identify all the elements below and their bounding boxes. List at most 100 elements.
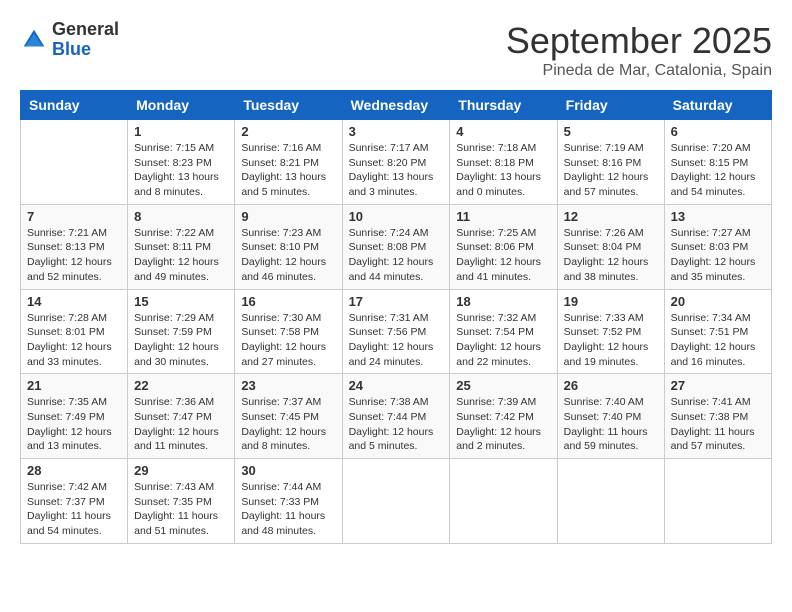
location-title: Pineda de Mar, Catalonia, Spain <box>506 62 772 80</box>
weekday-header-saturday: Saturday <box>664 91 771 120</box>
day-info: Sunrise: 7:22 AM Sunset: 8:11 PM Dayligh… <box>134 226 228 285</box>
day-info: Sunrise: 7:35 AM Sunset: 7:49 PM Dayligh… <box>27 395 121 454</box>
day-info: Sunrise: 7:33 AM Sunset: 7:52 PM Dayligh… <box>564 311 658 370</box>
calendar-cell <box>342 459 450 544</box>
weekday-header-monday: Monday <box>128 91 235 120</box>
calendar-cell <box>557 459 664 544</box>
calendar-cell: 1 Sunrise: 7:15 AM Sunset: 8:23 PM Daylig… <box>128 120 235 205</box>
day-info: Sunrise: 7:24 AM Sunset: 8:08 PM Dayligh… <box>349 226 444 285</box>
logo: General Blue <box>20 20 119 60</box>
day-number: 22 <box>134 378 228 393</box>
day-info: Sunrise: 7:42 AM Sunset: 7:37 PM Dayligh… <box>27 480 121 539</box>
calendar-week-row: 28Sunrise: 7:42 AM Sunset: 7:37 PM Dayli… <box>21 459 772 544</box>
day-number: 20 <box>671 294 765 309</box>
calendar-week-row: 21 Sunrise: 7:35 AM Sunset: 7:49 PM Dayli… <box>21 374 772 459</box>
calendar-week-row: 1 Sunrise: 7:15 AM Sunset: 8:23 PM Daylig… <box>21 120 772 205</box>
calendar-cell: 30Sunrise: 7:44 AM Sunset: 7:33 PM Dayli… <box>235 459 342 544</box>
calendar-cell: 14 Sunrise: 7:28 AM Sunset: 8:01 PM Dayli… <box>21 289 128 374</box>
day-number: 4 <box>456 124 550 139</box>
calendar-cell: 10Sunrise: 7:24 AM Sunset: 8:08 PM Dayli… <box>342 204 450 289</box>
day-info: Sunrise: 7:40 AM Sunset: 7:40 PM Dayligh… <box>564 395 658 454</box>
calendar-cell: 22 Sunrise: 7:36 AM Sunset: 7:47 PM Dayli… <box>128 374 235 459</box>
day-info: Sunrise: 7:28 AM Sunset: 8:01 PM Dayligh… <box>27 311 121 370</box>
calendar-cell: 26Sunrise: 7:40 AM Sunset: 7:40 PM Dayli… <box>557 374 664 459</box>
day-info: Sunrise: 7:21 AM Sunset: 8:13 PM Dayligh… <box>27 226 121 285</box>
day-number: 12 <box>564 209 658 224</box>
day-number: 1 <box>134 124 228 139</box>
calendar-week-row: 14 Sunrise: 7:28 AM Sunset: 8:01 PM Dayli… <box>21 289 772 374</box>
day-number: 15 <box>134 294 228 309</box>
day-number: 25 <box>456 378 550 393</box>
day-info: Sunrise: 7:41 AM Sunset: 7:38 PM Dayligh… <box>671 395 765 454</box>
day-number: 5 <box>564 124 658 139</box>
calendar-cell: 17 Sunrise: 7:31 AM Sunset: 7:56 PM Dayli… <box>342 289 450 374</box>
calendar-cell: 16Sunrise: 7:30 AM Sunset: 7:58 PM Dayli… <box>235 289 342 374</box>
day-info: Sunrise: 7:30 AM Sunset: 7:58 PM Dayligh… <box>241 311 335 370</box>
day-number: 29 <box>134 463 228 478</box>
calendar-cell: 24 Sunrise: 7:38 AM Sunset: 7:44 PM Dayli… <box>342 374 450 459</box>
day-number: 8 <box>134 209 228 224</box>
calendar-cell: 2Sunrise: 7:16 AM Sunset: 8:21 PM Daylig… <box>235 120 342 205</box>
calendar-cell: 29 Sunrise: 7:43 AM Sunset: 7:35 PM Dayli… <box>128 459 235 544</box>
day-info: Sunrise: 7:15 AM Sunset: 8:23 PM Dayligh… <box>134 141 228 200</box>
weekday-header-tuesday: Tuesday <box>235 91 342 120</box>
calendar-cell <box>450 459 557 544</box>
calendar-cell: 21 Sunrise: 7:35 AM Sunset: 7:49 PM Dayli… <box>21 374 128 459</box>
day-number: 2 <box>241 124 335 139</box>
calendar-cell: 3 Sunrise: 7:17 AM Sunset: 8:20 PM Daylig… <box>342 120 450 205</box>
day-number: 27 <box>671 378 765 393</box>
day-info: Sunrise: 7:43 AM Sunset: 7:35 PM Dayligh… <box>134 480 228 539</box>
calendar-cell: 4 Sunrise: 7:18 AM Sunset: 8:18 PM Daylig… <box>450 120 557 205</box>
calendar-cell: 23Sunrise: 7:37 AM Sunset: 7:45 PM Dayli… <box>235 374 342 459</box>
calendar-cell <box>21 120 128 205</box>
calendar-cell <box>664 459 771 544</box>
logo-blue: Blue <box>52 39 91 59</box>
calendar-cell: 6 Sunrise: 7:20 AM Sunset: 8:15 PM Daylig… <box>664 120 771 205</box>
day-number: 21 <box>27 378 121 393</box>
calendar-cell: 9 Sunrise: 7:23 AM Sunset: 8:10 PM Daylig… <box>235 204 342 289</box>
calendar-header-row: SundayMondayTuesdayWednesdayThursdayFrid… <box>21 91 772 120</box>
day-number: 9 <box>241 209 335 224</box>
day-info: Sunrise: 7:27 AM Sunset: 8:03 PM Dayligh… <box>671 226 765 285</box>
day-number: 18 <box>456 294 550 309</box>
day-info: Sunrise: 7:19 AM Sunset: 8:16 PM Dayligh… <box>564 141 658 200</box>
day-info: Sunrise: 7:17 AM Sunset: 8:20 PM Dayligh… <box>349 141 444 200</box>
day-info: Sunrise: 7:20 AM Sunset: 8:15 PM Dayligh… <box>671 141 765 200</box>
weekday-header-sunday: Sunday <box>21 91 128 120</box>
calendar-cell: 15Sunrise: 7:29 AM Sunset: 7:59 PM Dayli… <box>128 289 235 374</box>
day-number: 23 <box>241 378 335 393</box>
calendar-cell: 25Sunrise: 7:39 AM Sunset: 7:42 PM Dayli… <box>450 374 557 459</box>
calendar-cell: 5 Sunrise: 7:19 AM Sunset: 8:16 PM Daylig… <box>557 120 664 205</box>
day-info: Sunrise: 7:25 AM Sunset: 8:06 PM Dayligh… <box>456 226 550 285</box>
calendar-cell: 11 Sunrise: 7:25 AM Sunset: 8:06 PM Dayli… <box>450 204 557 289</box>
day-info: Sunrise: 7:32 AM Sunset: 7:54 PM Dayligh… <box>456 311 550 370</box>
day-info: Sunrise: 7:36 AM Sunset: 7:47 PM Dayligh… <box>134 395 228 454</box>
day-number: 11 <box>456 209 550 224</box>
day-info: Sunrise: 7:18 AM Sunset: 8:18 PM Dayligh… <box>456 141 550 200</box>
calendar-cell: 19 Sunrise: 7:33 AM Sunset: 7:52 PM Dayli… <box>557 289 664 374</box>
day-info: Sunrise: 7:31 AM Sunset: 7:56 PM Dayligh… <box>349 311 444 370</box>
calendar-table: SundayMondayTuesdayWednesdayThursdayFrid… <box>20 90 772 544</box>
day-info: Sunrise: 7:26 AM Sunset: 8:04 PM Dayligh… <box>564 226 658 285</box>
day-number: 19 <box>564 294 658 309</box>
day-number: 17 <box>349 294 444 309</box>
weekday-header-thursday: Thursday <box>450 91 557 120</box>
day-number: 24 <box>349 378 444 393</box>
calendar-cell: 12 Sunrise: 7:26 AM Sunset: 8:04 PM Dayli… <box>557 204 664 289</box>
calendar-cell: 7 Sunrise: 7:21 AM Sunset: 8:13 PM Daylig… <box>21 204 128 289</box>
logo-icon <box>20 26 48 54</box>
day-number: 13 <box>671 209 765 224</box>
weekday-header-friday: Friday <box>557 91 664 120</box>
day-number: 14 <box>27 294 121 309</box>
month-title: September 2025 <box>506 20 772 62</box>
calendar-cell: 13 Sunrise: 7:27 AM Sunset: 8:03 PM Dayli… <box>664 204 771 289</box>
title-block: September 2025 Pineda de Mar, Catalonia,… <box>506 20 772 80</box>
day-info: Sunrise: 7:38 AM Sunset: 7:44 PM Dayligh… <box>349 395 444 454</box>
calendar-week-row: 7 Sunrise: 7:21 AM Sunset: 8:13 PM Daylig… <box>21 204 772 289</box>
day-number: 6 <box>671 124 765 139</box>
day-number: 7 <box>27 209 121 224</box>
day-info: Sunrise: 7:23 AM Sunset: 8:10 PM Dayligh… <box>241 226 335 285</box>
calendar-cell: 27 Sunrise: 7:41 AM Sunset: 7:38 PM Dayli… <box>664 374 771 459</box>
day-info: Sunrise: 7:44 AM Sunset: 7:33 PM Dayligh… <box>241 480 335 539</box>
day-number: 3 <box>349 124 444 139</box>
